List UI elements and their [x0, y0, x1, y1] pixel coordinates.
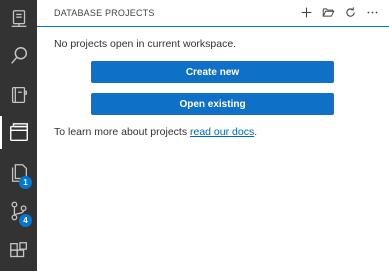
extensions-icon[interactable] — [0, 232, 37, 269]
header-actions — [298, 4, 381, 21]
learn-more-text: To learn more about projects read our do… — [54, 126, 257, 138]
new-project-icon[interactable] — [298, 4, 315, 21]
read-docs-link[interactable]: read our docs — [190, 126, 254, 138]
activity-bar: 1 4 — [0, 0, 37, 271]
explorer-icon[interactable]: 1 — [0, 154, 37, 191]
learn-more-suffix: . — [254, 126, 258, 138]
search-icon[interactable] — [0, 37, 37, 74]
panel-focus-border — [37, 26, 389, 27]
open-folder-icon[interactable] — [320, 4, 337, 21]
source-control-badge: 4 — [19, 214, 32, 227]
projects-icon[interactable] — [0, 114, 37, 151]
source-control-icon[interactable]: 4 — [0, 192, 37, 229]
notebooks-icon[interactable] — [0, 76, 37, 113]
more-actions-icon[interactable] — [364, 4, 381, 21]
learn-more-prefix: To learn more about projects — [54, 126, 190, 138]
create-new-button[interactable]: Create new — [91, 61, 334, 83]
database-projects-panel: DATABASE PROJECTS No projects open in cu… — [37, 0, 389, 271]
explorer-badge: 1 — [19, 176, 32, 189]
connections-icon[interactable] — [0, 0, 37, 37]
panel-title: DATABASE PROJECTS — [54, 8, 155, 18]
open-existing-button[interactable]: Open existing — [91, 93, 334, 115]
empty-workspace-message: No projects open in current workspace. — [54, 38, 237, 50]
refresh-icon[interactable] — [342, 4, 359, 21]
